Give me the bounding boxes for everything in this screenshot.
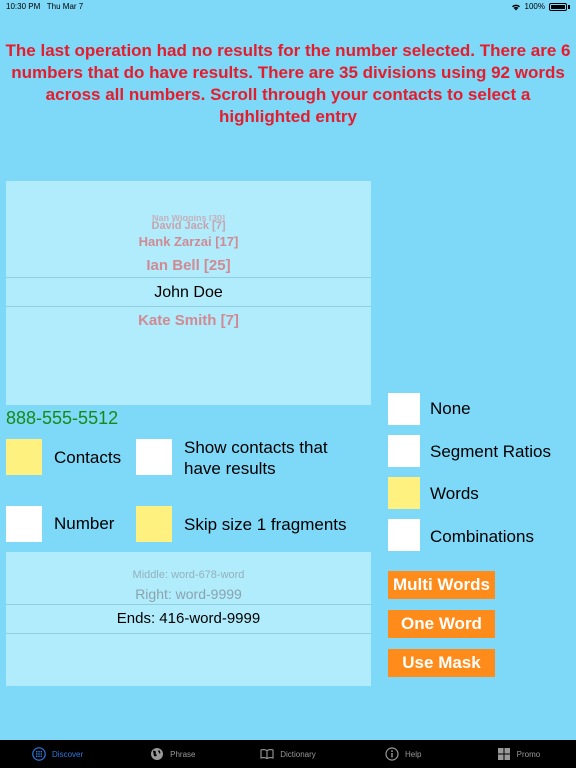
skip-size1-label: Skip size 1 fragments — [184, 515, 347, 534]
none-label: None — [430, 399, 471, 418]
tab-help-label: Help — [404, 749, 422, 759]
matches-picker[interactable]: Middle: word-678-word Right: word-9999 E… — [6, 552, 371, 686]
battery-percent: 100% — [524, 2, 545, 11]
contact-row[interactable]: Hank Zarzai [17] — [6, 234, 371, 250]
status-time-text: 10:30 PM — [6, 2, 41, 11]
none-checkbox[interactable] — [388, 393, 420, 425]
combinations-label: Combinations — [430, 527, 534, 546]
words-label: Words — [430, 484, 479, 503]
tab-discover-label: Discover — [52, 749, 84, 759]
tab-dictionary-label: Dictionary — [280, 749, 316, 759]
tab-phrase-label: Phrase — [170, 749, 196, 759]
status-date-text: Thu Mar 7 — [46, 2, 84, 11]
discover-icon — [32, 747, 46, 761]
combinations-checkbox[interactable] — [388, 519, 420, 551]
match-row[interactable]: Right: word-9999 — [6, 585, 371, 603]
contacts-picker[interactable]: Nan Wiggins [30] David Jack [7] Hank Zar… — [6, 181, 371, 405]
status-bar: 10:30 PM Thu Mar 7 100% — [0, 0, 576, 14]
contacts-checkbox[interactable] — [6, 439, 42, 475]
status-time: 10:30 PM Thu Mar 7 — [6, 2, 83, 11]
number-label: Number — [54, 514, 115, 533]
contact-row[interactable]: Ian Bell [25] — [6, 257, 371, 275]
tab-help[interactable]: Help — [346, 740, 461, 768]
battery-icon — [549, 2, 567, 11]
segment-ratios-label: Segment Ratios — [430, 442, 551, 461]
use-mask-button[interactable]: Use Mask — [388, 649, 495, 677]
phone-number: 888-555-5512 — [6, 408, 119, 428]
tab-discover[interactable]: Discover — [0, 740, 115, 768]
multi-words-button[interactable]: Multi Words — [388, 571, 495, 599]
match-row[interactable]: Middle: word-678-word — [6, 569, 371, 581]
number-checkbox[interactable] — [6, 506, 42, 542]
show-results-label: Show contacts that have results — [184, 438, 328, 478]
wifi-icon — [511, 4, 520, 10]
tab-phrase[interactable]: Phrase — [115, 740, 230, 768]
one-word-button[interactable]: One Word — [388, 610, 495, 638]
grid-icon — [497, 748, 510, 760]
battery-tip — [568, 4, 570, 9]
status-right: 100% — [511, 2, 570, 11]
globe-icon — [151, 748, 164, 760]
info-icon — [385, 747, 399, 761]
segment-ratios-checkbox[interactable] — [388, 435, 420, 467]
tab-dictionary[interactable]: Dictionary — [230, 740, 345, 768]
tab-promo-label: Promo — [516, 749, 541, 759]
contact-row[interactable]: David Jack [7] — [6, 220, 371, 232]
words-checkbox[interactable] — [388, 477, 420, 509]
contact-row-selected[interactable]: John Doe — [6, 283, 371, 303]
contacts-label: Contacts — [54, 448, 122, 467]
book-icon — [260, 749, 274, 760]
tab-promo[interactable]: Promo — [461, 740, 576, 768]
status-message: The last operation had no results for th… — [5, 41, 571, 126]
skip-size1-checkbox[interactable] — [136, 506, 172, 542]
tab-bar: Discover Phrase Dictionary Help Promo — [0, 740, 576, 768]
show-results-checkbox[interactable] — [136, 439, 172, 475]
contact-row[interactable]: Kate Smith [7] — [6, 312, 371, 330]
match-row-selected[interactable]: Ends: 416-word-9999 — [6, 609, 371, 629]
